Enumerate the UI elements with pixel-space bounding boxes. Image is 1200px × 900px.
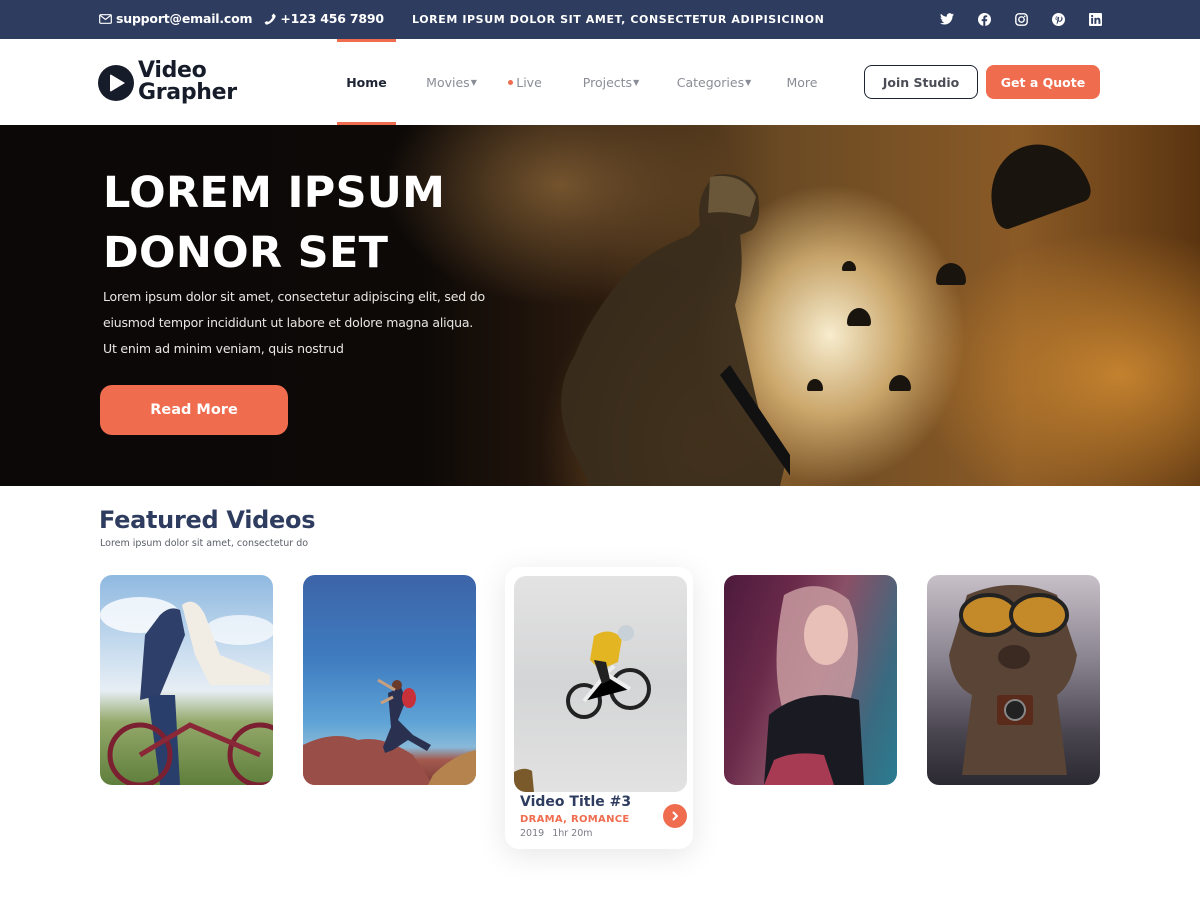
- hero-title-line: DONOR SET: [103, 228, 389, 278]
- woman-neon-portrait-image: [764, 586, 864, 785]
- soldier-silhouette-image: [561, 174, 790, 486]
- email-link[interactable]: support@email.com: [99, 11, 253, 26]
- top-bar: support@email.com +123 456 7890 LOREM IP…: [0, 0, 1200, 39]
- parachute-shape: [842, 261, 856, 271]
- email-text: support@email.com: [116, 11, 253, 26]
- couple-on-bicycle-image: [100, 597, 273, 785]
- pinterest-icon[interactable]: [1051, 12, 1065, 26]
- instagram-icon[interactable]: [1014, 12, 1028, 26]
- nav-item-label: Movies: [426, 74, 470, 90]
- video-card-man-jumping-rocks[interactable]: [303, 575, 476, 785]
- video-meta: 2019 1hr 20m: [520, 828, 601, 839]
- video-card-woman-neon-portrait[interactable]: [724, 575, 897, 785]
- contact-info: support@email.com +123 456 7890: [99, 11, 396, 26]
- video-duration: 1hr 20m: [552, 828, 593, 839]
- phone-link[interactable]: +123 456 7890: [264, 11, 384, 26]
- logo-line-1: Video: [138, 58, 207, 83]
- social-links: [940, 12, 1125, 26]
- nav-item-label: Home: [346, 74, 387, 90]
- nav-item-movies[interactable]: Movies ▼: [426, 39, 477, 125]
- twitter-icon[interactable]: [940, 12, 954, 26]
- read-more-button[interactable]: Read More: [100, 385, 288, 435]
- nav-item-label: Categories: [676, 74, 745, 90]
- parachute-shape: [889, 375, 911, 391]
- live-dot-icon: [508, 79, 514, 85]
- hero-description-line: Ut enim ad minim veniam, quis nostrud: [103, 341, 344, 356]
- caret-down-icon: ▼: [470, 77, 477, 87]
- logo-text: Video Grapher: [138, 60, 237, 104]
- nav-item-more[interactable]: More: [785, 39, 819, 125]
- video-genre: DRAMA, ROMANCE: [520, 814, 630, 825]
- nav-menu: Home Movies ▼ Live Projects ▼ Categories ▼ …: [337, 39, 819, 125]
- hero-description: Lorem ipsum dolor sit amet, consectetur …: [103, 284, 523, 362]
- nav-item-label: Projects: [582, 74, 633, 90]
- nav-item-projects[interactable]: Projects ▼: [583, 39, 639, 125]
- video-card-dog-with-sunglasses[interactable]: [927, 575, 1100, 785]
- play-icon: [98, 65, 134, 101]
- dog-with-sunglasses-camera-image: [949, 585, 1077, 775]
- video-card-featured[interactable]: Video Title #3 DRAMA, ROMANCE 2019 1hr 20…: [505, 567, 693, 849]
- man-jumping-rocks-image: [303, 678, 476, 785]
- video-card-couple-on-bicycle[interactable]: [100, 575, 273, 785]
- chevron-right-icon[interactable]: [663, 804, 687, 828]
- hero-banner: LOREM IPSUM DONOR SET Lorem ipsum dolor s…: [0, 125, 1200, 486]
- parachute-shape: [936, 263, 966, 285]
- hero-title-line: LOREM IPSUM: [103, 168, 446, 218]
- nav-item-label: More: [786, 74, 818, 90]
- join-studio-button[interactable]: Join Studio: [864, 65, 978, 99]
- phone-text: +123 456 7890: [280, 11, 384, 26]
- parachute-shape: [847, 308, 871, 326]
- linkedin-icon[interactable]: [1088, 12, 1102, 26]
- nav-item-live[interactable]: Live: [505, 39, 545, 125]
- envelope-icon: [99, 13, 112, 24]
- main-nav: Video Grapher Home Movies ▼ Live Projects…: [0, 39, 1200, 125]
- nav-item-categories[interactable]: Categories ▼: [676, 39, 752, 125]
- video-year: 2019: [520, 828, 545, 839]
- phone-icon: [264, 13, 277, 25]
- nav-item-home[interactable]: Home: [337, 39, 396, 125]
- featured-videos-title: Featured Videos: [99, 506, 316, 534]
- video-title: Video Title #3: [520, 794, 632, 810]
- get-quote-button[interactable]: Get a Quote: [986, 65, 1100, 99]
- nav-item-label: Live: [516, 74, 542, 90]
- facebook-icon[interactable]: [977, 12, 991, 26]
- parachute-shape: [807, 379, 823, 391]
- hero-description-line: eiusmod tempor incididunt ut labore et d…: [103, 315, 474, 330]
- top-bar-tagline: LOREM IPSUM DOLOR SIT AMET, CONSECTETUR …: [412, 13, 825, 26]
- featured-videos-subtitle: Lorem ipsum dolor sit amet, consectetur …: [100, 538, 309, 549]
- parachute-shape: [975, 130, 1095, 232]
- bmx-rider-jump-image: [514, 576, 687, 792]
- caret-down-icon: ▼: [633, 77, 640, 87]
- caret-down-icon: ▼: [745, 77, 752, 87]
- site-logo[interactable]: Video Grapher: [98, 60, 237, 104]
- hero-title: LOREM IPSUM DONOR SET: [103, 163, 445, 283]
- hero-description-line: Lorem ipsum dolor sit amet, consectetur …: [103, 289, 485, 304]
- logo-line-2: Grapher: [138, 80, 237, 105]
